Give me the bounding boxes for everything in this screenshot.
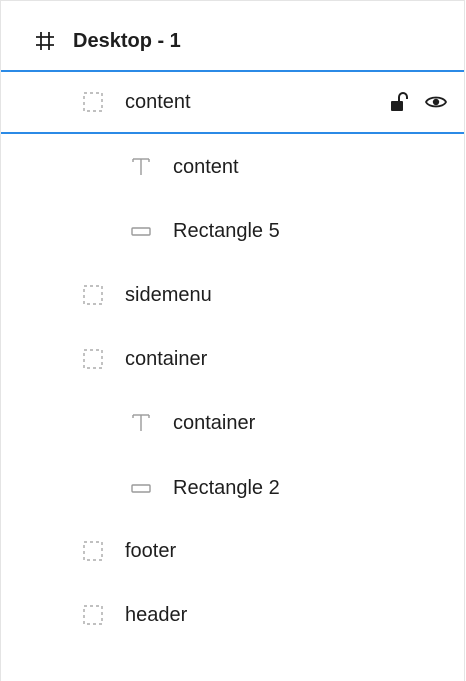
rectangle-icon (129, 476, 153, 500)
layer-label: container (125, 347, 208, 370)
dashed-group-icon (81, 539, 105, 563)
layer-row-container-group[interactable]: container (1, 327, 464, 391)
dashed-group-icon (81, 283, 105, 307)
unlock-icon[interactable] (388, 90, 412, 114)
dashed-group-icon (81, 603, 105, 627)
rectangle-icon (129, 219, 153, 243)
layer-label: Rectangle 2 (173, 476, 280, 499)
text-t-icon (129, 155, 153, 179)
layers-panel: Desktop - 1 content content Rectangle 5 … (0, 0, 465, 681)
layer-row-header[interactable]: header (1, 583, 464, 647)
layer-row-footer[interactable]: footer (1, 519, 464, 583)
layer-label: container (173, 411, 256, 434)
layer-row-desktop-1[interactable]: Desktop - 1 (1, 9, 464, 73)
eye-icon[interactable] (424, 90, 448, 114)
layer-label: content (173, 155, 239, 178)
layer-label: footer (125, 539, 177, 562)
layer-label: Rectangle 5 (173, 219, 280, 242)
layer-row-content-group[interactable]: content (1, 70, 464, 134)
layer-label: sidemenu (125, 283, 212, 306)
dashed-group-icon (81, 90, 105, 114)
layer-row-rectangle-2[interactable]: Rectangle 2 (1, 456, 464, 520)
dashed-group-icon (81, 347, 105, 371)
text-t-icon (129, 411, 153, 435)
hash-frame-icon (33, 29, 57, 53)
layer-label: header (125, 603, 188, 626)
layer-label: Desktop - 1 (73, 29, 181, 52)
layer-row-rectangle-5[interactable]: Rectangle 5 (1, 199, 464, 263)
layer-row-container-text[interactable]: container (1, 391, 464, 455)
row-actions (388, 90, 448, 114)
layer-row-content-text[interactable]: content (1, 135, 464, 199)
layer-label: content (125, 90, 191, 113)
layer-row-sidemenu[interactable]: sidemenu (1, 263, 464, 327)
